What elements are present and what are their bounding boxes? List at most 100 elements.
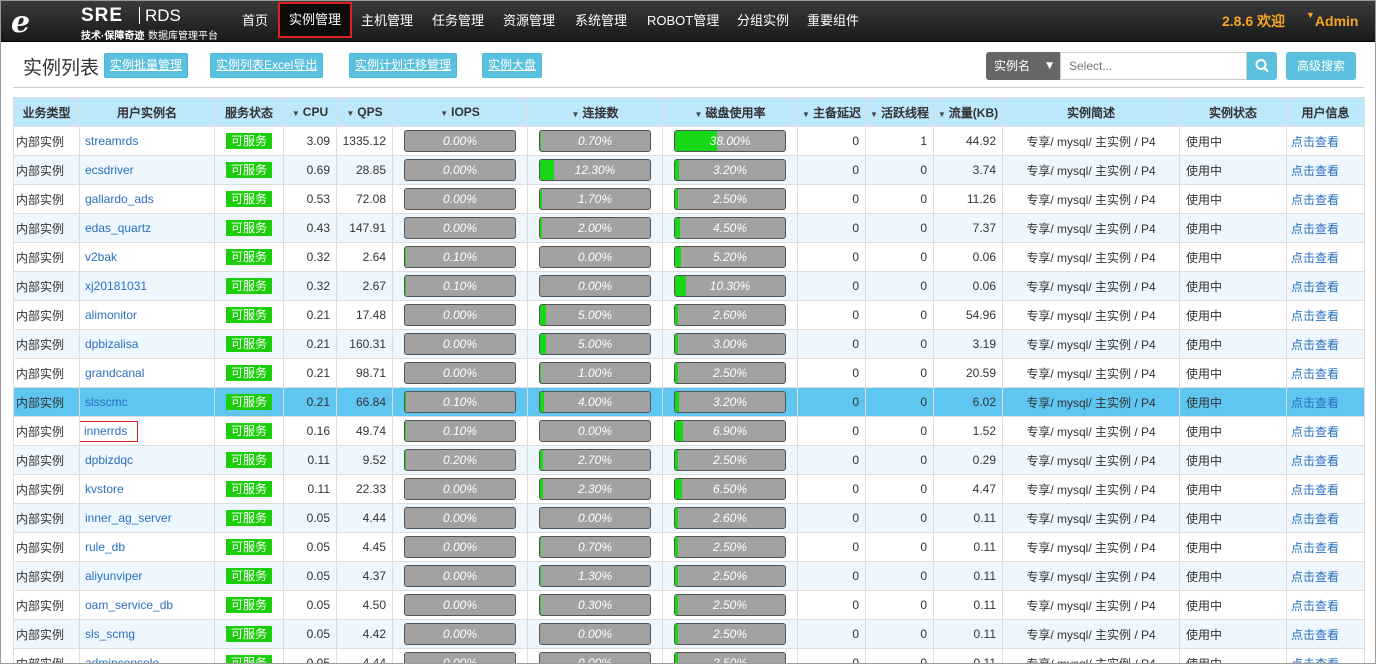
table-row[interactable]: 内部实例 innerrds 可服务 0.16 49.74 0.10% 0.00% 6.90% 0… (13, 416, 1365, 446)
instance-name-link[interactable]: v2bak (85, 250, 117, 264)
nav-task-management[interactable]: 任务管理 (432, 1, 484, 41)
table-row[interactable]: 内部实例 v2bak 可服务 0.32 2.64 0.10% 0.00% 5.20% 0 0 0.0… (13, 242, 1365, 272)
nav-host-management[interactable]: 主机管理 (361, 1, 413, 41)
instance-name-link[interactable]: sls_scmg (85, 627, 135, 641)
instance-name-link[interactable]: adminconsole (85, 656, 159, 663)
user-info-link[interactable]: 点击查看 (1291, 338, 1339, 352)
user-info-link[interactable]: 点击查看 (1291, 164, 1339, 178)
instance-name-link[interactable]: alimonitor (85, 308, 137, 322)
col-replication-delay[interactable]: ▼ 主备延迟 (797, 97, 866, 127)
cell-traffic: 20.59 (933, 358, 1003, 388)
user-info-link[interactable]: 点击查看 (1291, 222, 1339, 236)
user-info-link[interactable]: 点击查看 (1291, 193, 1339, 207)
table-row[interactable]: 内部实例 kvstore 可服务 0.11 22.33 0.00% 2.30% 6.50% 0 0… (13, 474, 1365, 504)
user-info-link[interactable]: 点击查看 (1291, 628, 1339, 642)
cell-cpu: 0.05 (283, 590, 337, 620)
cell-connections: 0.00% (527, 271, 663, 301)
table-row[interactable]: 内部实例 dpbizalisa 可服务 0.21 160.31 0.00% 5.00% 3.0… (13, 329, 1365, 359)
instance-name-link[interactable]: aliyunviper (85, 569, 142, 583)
table-row[interactable]: 内部实例 sls_scmg 可服务 0.05 4.42 0.00% 0.00% 2.50% 0 0… (13, 619, 1365, 649)
table-row[interactable]: 内部实例 alimonitor 可服务 0.21 17.48 0.00% 5.00% 2.60… (13, 300, 1365, 330)
nav-home[interactable]: 首页 (242, 1, 268, 41)
cell-instance-name: ecsdriver (79, 155, 215, 185)
instance-name-link[interactable]: inner_ag_server (85, 511, 172, 525)
col-connections[interactable]: ▼ 连接数 (527, 97, 663, 127)
nav-key-components[interactable]: 重要组件 (807, 1, 859, 41)
nav-instance-management[interactable]: 实例管理 (278, 2, 353, 38)
batch-manage-button[interactable]: 实例批量管理 (104, 53, 189, 78)
status-badge: 可服务 (225, 365, 272, 381)
instance-name-link[interactable]: dpbizdqc (85, 453, 133, 467)
user-info-link[interactable]: 点击查看 (1291, 599, 1339, 613)
caret-down-icon: ▼ (1306, 10, 1315, 20)
user-info-link[interactable]: 点击查看 (1291, 280, 1339, 294)
excel-export-button[interactable]: 实例列表Excel导出 (210, 53, 324, 78)
migration-plan-button[interactable]: 实例计划迁移管理 (349, 53, 458, 78)
nav-system-management[interactable]: 系统管理 (575, 1, 627, 41)
disk-bar-label: 2.50% (712, 192, 748, 206)
disk-bar: 6.50% (674, 478, 786, 500)
instance-name-link[interactable]: kvstore (85, 482, 124, 496)
instance-name-link[interactable]: edas_quartz (85, 221, 151, 235)
disk-bar-label: 2.50% (712, 627, 748, 641)
advanced-search-button[interactable]: 高级搜索 (1286, 52, 1356, 80)
instance-name-link[interactable]: innerrds (84, 424, 127, 438)
search-button[interactable] (1247, 52, 1277, 80)
table-row[interactable]: 内部实例 oam_service_db 可服务 0.05 4.50 0.00% 0.30% 2… (13, 590, 1365, 620)
user-info-link[interactable]: 点击查看 (1291, 251, 1339, 265)
table-row[interactable]: 内部实例 dpbizdqc 可服务 0.11 9.52 0.20% 2.70% 2.50% 0 0… (13, 445, 1365, 475)
cell-user-info: 点击查看 (1286, 387, 1365, 417)
table-row[interactable]: 内部实例 inner_ag_server 可服务 0.05 4.44 0.00% 0.00%… (13, 503, 1365, 533)
nav-resource-management[interactable]: 资源管理 (503, 1, 555, 41)
instance-name-link[interactable]: dpbizalisa (85, 337, 138, 351)
user-info-link[interactable]: 点击查看 (1291, 135, 1339, 149)
cell-instance-name: dpbizdqc (79, 445, 215, 475)
user-info-link[interactable]: 点击查看 (1291, 541, 1339, 555)
nav-group-instances[interactable]: 分组实例 (737, 1, 789, 41)
nav-robot-management[interactable]: ROBOT管理 (647, 1, 719, 41)
instance-name-link[interactable]: ecsdriver (85, 163, 134, 177)
search-input[interactable] (1060, 52, 1247, 80)
user-info-link[interactable]: 点击查看 (1291, 512, 1339, 526)
instance-name-link[interactable]: streamrds (85, 134, 138, 148)
table-row[interactable]: 内部实例 slsscmc 可服务 0.21 66.84 0.10% 4.00% 3.20% 0 0… (13, 387, 1365, 417)
table-row[interactable]: 内部实例 gallardo_ads 可服务 0.53 72.08 0.00% 1.70% 2.… (13, 184, 1365, 214)
user-menu[interactable]: ▼Admin (1306, 1, 1358, 41)
col-active-threads[interactable]: ▼ 活跃线程 (865, 97, 934, 127)
instance-name-link[interactable]: rule_db (85, 540, 125, 554)
dashboard-button[interactable]: 实例大盘 (482, 53, 543, 78)
user-info-link[interactable]: 点击查看 (1291, 570, 1339, 584)
search-field-select[interactable]: 实例名 ▼ (986, 52, 1060, 80)
table-row[interactable]: 内部实例 adminconsole 可服务 0.05 4.44 0.00% 0.00% 2.5… (13, 648, 1365, 664)
disk-bar-label: 2.50% (712, 569, 748, 583)
table-row[interactable]: 内部实例 ecsdriver 可服务 0.69 28.85 0.00% 12.30% 3.20… (13, 155, 1365, 185)
instance-name-link[interactable]: gallardo_ads (85, 192, 154, 206)
col-qps[interactable]: ▼ QPS (336, 97, 393, 127)
sort-desc-icon: ▼ (870, 109, 878, 119)
user-info-link[interactable]: 点击查看 (1291, 454, 1339, 468)
user-info-link[interactable]: 点击查看 (1291, 309, 1339, 323)
cell-instance-state: 使用中 (1179, 358, 1287, 388)
table-row[interactable]: 内部实例 grandcanal 可服务 0.21 98.71 0.00% 1.00% 2.50… (13, 358, 1365, 388)
col-disk-usage[interactable]: ▼ 磁盘使用率 (662, 97, 798, 127)
instance-name-link[interactable]: slsscmc (85, 395, 128, 409)
user-info-link[interactable]: 点击查看 (1291, 657, 1339, 664)
table-row[interactable]: 内部实例 aliyunviper 可服务 0.05 4.37 0.00% 1.30% 2.50… (13, 561, 1365, 591)
table-row[interactable]: 内部实例 edas_quartz 可服务 0.43 147.91 0.00% 2.00% 4.… (13, 213, 1365, 243)
instance-name-link[interactable]: oam_service_db (85, 598, 173, 612)
table-row[interactable]: 内部实例 rule_db 可服务 0.05 4.45 0.00% 0.70% 2.50% 0 0 0… (13, 532, 1365, 562)
logo[interactable]: e SRE RDS 技术·保障奇迹 数据库管理平台 (11, 3, 241, 42)
user-info-link[interactable]: 点击查看 (1291, 483, 1339, 497)
col-traffic[interactable]: ▼ 流量(KB) (933, 97, 1003, 127)
table-row[interactable]: 内部实例 xj20181031 可服务 0.32 2.67 0.10% 0.00% 10.30… (13, 271, 1365, 301)
instance-name-link[interactable]: grandcanal (85, 366, 144, 380)
user-info-link[interactable]: 点击查看 (1291, 396, 1339, 410)
table-row[interactable]: 内部实例 streamrds 可服务 3.09 1335.12 0.00% 0.70% 38.… (13, 126, 1365, 156)
col-iops[interactable]: ▼ IOPS (392, 97, 528, 127)
instance-name-link[interactable]: xj20181031 (85, 279, 147, 293)
search-field-value: 实例名 (994, 59, 1031, 73)
user-info-link[interactable]: 点击查看 (1291, 425, 1339, 439)
cell-traffic: 3.19 (933, 329, 1003, 359)
user-info-link[interactable]: 点击查看 (1291, 367, 1339, 381)
col-cpu[interactable]: ▼ CPU (283, 97, 337, 127)
